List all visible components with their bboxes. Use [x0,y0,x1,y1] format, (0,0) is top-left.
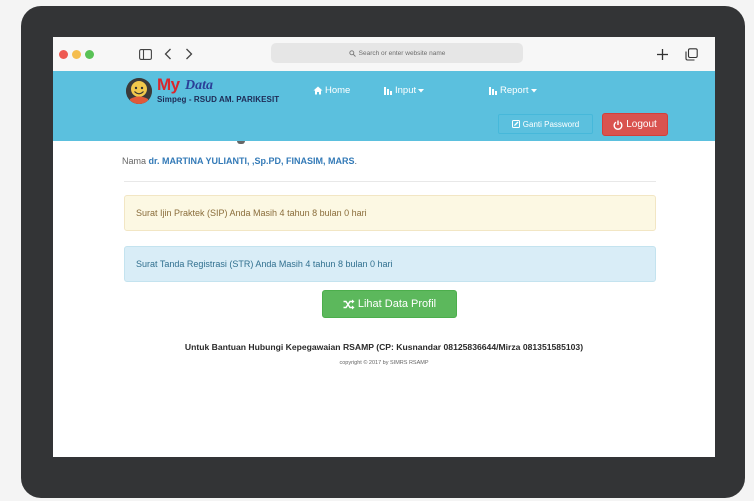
zoom-window-button[interactable] [85,50,94,59]
sort-icon [489,87,497,95]
browser-toolbar: Search or enter website name [53,37,715,72]
browser-window: Search or enter website name My Data Sim… [53,37,715,457]
power-icon [613,120,623,130]
nav-report-label: Report [500,85,529,96]
caret-down-icon [418,88,425,92]
brand-my: My [157,75,180,94]
address-bar[interactable]: Search or enter website name [271,43,523,63]
brand-data: Data [185,78,213,93]
bantuan-text: Untuk Bantuan Hubungi Kepegawaian RSAMP … [184,342,584,352]
sort-icon [384,87,392,95]
nama-value: dr. MARTINA YULIANTI, ,Sp.PD, FINASIM, M… [148,156,355,166]
edit-icon [511,120,520,128]
divider [124,181,656,182]
sip-alert: Surat Ijin Praktek (SIP) Anda Masih 4 ta… [124,195,656,231]
sidebar-toggle-icon[interactable] [137,43,153,65]
search-icon [348,49,356,57]
close-window-button[interactable] [59,50,68,59]
str-alert-text: Surat Tanda Registrasi (STR) Anda Masih … [136,259,393,269]
forward-icon[interactable] [182,43,196,65]
copyright-text: copyright © 2017 by SIMRS RSAMP [339,360,429,366]
logout-label: Logout [626,119,657,130]
nav-input-label: Input [395,85,417,96]
ganti-password-label: Ganti Password [522,119,580,129]
nav-home[interactable]: Home [313,85,350,96]
nama-label: Nama [122,156,147,166]
nav-input-dropdown[interactable]: Input [383,85,425,96]
lihat-data-profil-button[interactable]: Lihat Data Profil [322,290,457,318]
logo-icon [126,78,152,104]
back-icon[interactable] [161,43,175,65]
tabs-overview-icon[interactable] [682,43,700,65]
nav-report-dropdown[interactable]: Report [488,85,537,96]
nama-suffix: . [354,156,358,166]
nav-home-label: Home [325,85,351,96]
nama-line: Nama dr. MARTINA YULIANTI, ,Sp.PD, FINAS… [122,156,357,166]
logout-button[interactable]: Logout [602,113,668,136]
caret-down-icon [530,88,537,92]
new-tab-icon[interactable] [653,43,671,65]
address-placeholder: Search or enter website name [358,49,446,57]
sip-alert-text: Surat Ijin Praktek (SIP) Anda Masih 4 ta… [136,208,367,218]
heading-fragment [237,141,245,144]
brand-subtitle: Simpeg - RSUD AM. PARIKESIT [157,95,280,104]
home-icon [313,86,323,95]
lihat-data-profil-label: Lihat Data Profil [357,298,437,310]
shuffle-icon [343,299,355,309]
str-alert: Surat Tanda Registrasi (STR) Anda Masih … [124,246,656,282]
ganti-password-button[interactable]: Ganti Password [498,114,593,134]
minimize-window-button[interactable] [72,50,81,59]
